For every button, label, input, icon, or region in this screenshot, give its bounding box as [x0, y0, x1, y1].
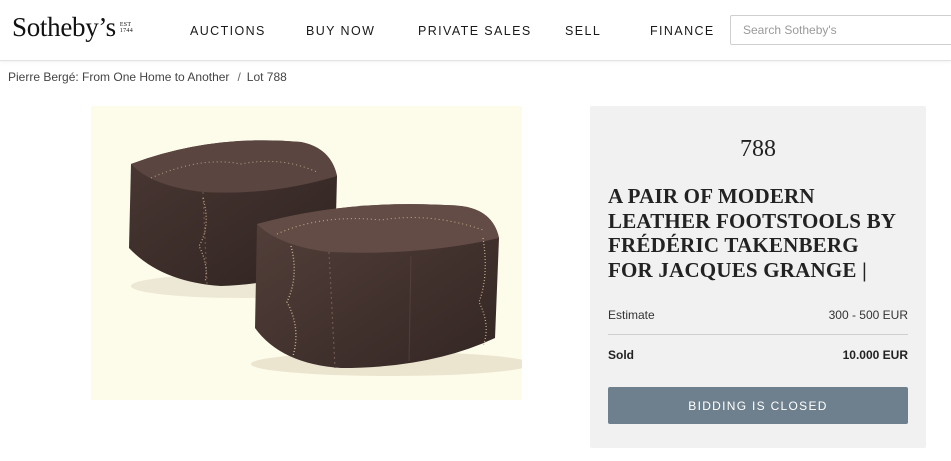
breadcrumb: Pierre Bergé: From One Home to Another / L… [8, 70, 287, 84]
nav-private-sales[interactable]: PRIVATE SALES [418, 24, 532, 38]
logo-est-year: 1744 [119, 28, 134, 34]
estimate-row: Estimate 300 - 500 EUR [608, 308, 908, 322]
divider [608, 334, 908, 335]
site-header: Sotheby’s EST 1744 AUCTIONS BUY NOW PRIV… [0, 0, 951, 61]
breadcrumb-current-lot: Lot 788 [246, 70, 287, 84]
lot-info-panel: 788 A PAIR OF MODERN LEATHER FOOTSTOOLS … [590, 106, 926, 448]
sold-value: 10.000 EUR [842, 348, 908, 362]
logo-wordmark: Sotheby’s [12, 12, 116, 42]
breadcrumb-separator: / [237, 70, 241, 84]
nav-sell[interactable]: SELL [565, 24, 601, 38]
lot-image[interactable] [91, 106, 522, 400]
sold-row: Sold 10.000 EUR [608, 348, 908, 362]
estimate-value: 300 - 500 EUR [828, 308, 908, 322]
sold-label: Sold [608, 348, 634, 362]
bidding-closed-button[interactable]: BIDDING IS CLOSED [608, 387, 908, 424]
logo-established-mark: EST 1744 [120, 22, 133, 34]
nav-auctions[interactable]: AUCTIONS [190, 24, 266, 38]
breadcrumb-sale-link[interactable]: Pierre Bergé: From One Home to Another [8, 70, 229, 84]
search-input[interactable] [730, 15, 951, 45]
estimate-label: Estimate [608, 308, 655, 322]
sothebys-logo[interactable]: Sotheby’s EST 1744 [12, 12, 133, 42]
nav-finance[interactable]: FINANCE [650, 24, 715, 38]
lot-title: A PAIR OF MODERN LEATHER FOOTSTOOLS BY F… [608, 184, 896, 282]
nav-buy-now[interactable]: BUY NOW [306, 24, 375, 38]
lot-number: 788 [740, 136, 776, 162]
lot-photo-leather-footstools [129, 140, 522, 376]
